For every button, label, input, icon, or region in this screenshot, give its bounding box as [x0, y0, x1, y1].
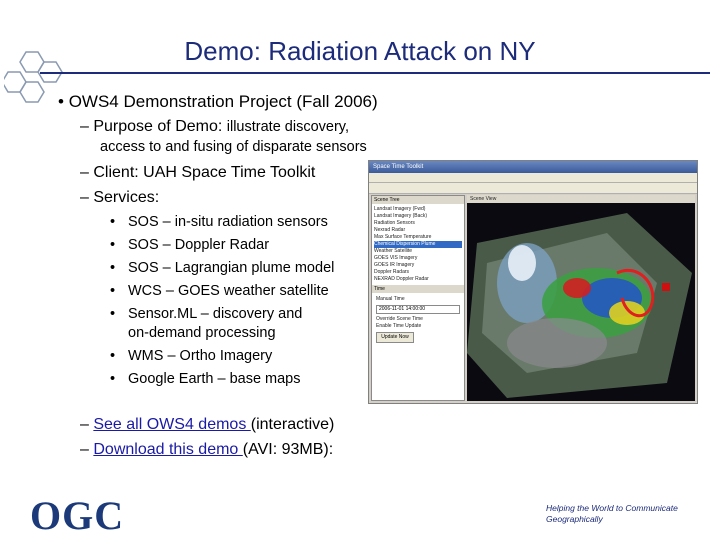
- dash-marker: –: [80, 118, 89, 135]
- client-item: – Client: UAH Space Time Toolkit: [80, 164, 315, 182]
- ogc-logo: OGC: [30, 493, 125, 538]
- tree-item: Radiation Sensors: [374, 220, 415, 226]
- time-tab: Time: [372, 285, 464, 293]
- bullet-marker: •: [110, 306, 116, 322]
- tree-item: Landsat Imagery (Back): [374, 213, 428, 219]
- update-now-button: Update Now: [376, 332, 414, 343]
- bullet-marker: •: [110, 283, 116, 299]
- main-bullet-text: OWS4 Demonstration Project (Fall 2006): [68, 92, 378, 111]
- purpose-text: illustrate discovery,: [226, 119, 349, 135]
- bullet-marker: •: [110, 348, 116, 364]
- service-text: SOS – Doppler Radar: [128, 237, 270, 253]
- enable-update-checkbox: Enable Time Update: [376, 323, 422, 329]
- service-text: SOS – in-situ radiation sensors: [128, 214, 328, 230]
- tree-item: NEXRAD Doppler Radar: [374, 276, 429, 282]
- download-demo-link[interactable]: Download this demo: [93, 441, 242, 458]
- see-all-demos-link[interactable]: See all OWS4 demos: [93, 416, 250, 433]
- tagline: Helping the World to Communicate Geograp…: [546, 503, 678, 524]
- scene-tree: Landsat Imagery (Fwd) Landsat Imagery (B…: [372, 204, 464, 285]
- tree-item-selected: Chemical Dispersion Plume: [374, 241, 462, 248]
- scene-view-tab: Scene View: [467, 195, 695, 203]
- service-text: SOS – Lagrangian plume model: [128, 260, 335, 276]
- services-item: – Services:: [80, 189, 159, 207]
- time-field: 2006-11-01 14:00:00: [376, 305, 460, 314]
- service-item: • SOS – in-situ radiation sensors: [110, 214, 328, 230]
- service-item: • Google Earth – base maps: [110, 371, 301, 387]
- manual-time-label: Manual Time: [376, 296, 405, 302]
- scene-view-panel: Scene View: [467, 195, 695, 401]
- bullet-marker: •: [110, 260, 116, 276]
- link2-suffix: (AVI: 93MB):: [242, 441, 334, 458]
- scene-tree-tab: Scene Tree: [372, 196, 464, 204]
- service-item: • Sensor.ML – discovery and: [110, 306, 302, 322]
- bullet-marker: •: [110, 214, 116, 230]
- service-item: • WCS – GOES weather satellite: [110, 283, 329, 299]
- radar-map-visualization: [467, 203, 695, 401]
- dash-marker: –: [80, 189, 89, 206]
- toolbar: [369, 183, 697, 194]
- title-divider: [40, 72, 710, 74]
- tree-item: Landsat Imagery (Fwd): [374, 206, 426, 212]
- service-text: Google Earth – base maps: [128, 371, 301, 387]
- bullet-marker: •: [110, 371, 116, 387]
- tree-item: Max Surface Temperature: [374, 234, 432, 240]
- dash-marker: –: [80, 416, 89, 433]
- service-text-cont: on-demand processing: [128, 325, 276, 341]
- tree-item: Nexrad Radar: [374, 227, 406, 233]
- menu-bar: [369, 173, 697, 183]
- services-label: Services:: [93, 189, 160, 206]
- bullet-marker: •: [58, 92, 64, 111]
- purpose-text-cont: access to and fusing of disparate sensor…: [100, 139, 367, 155]
- window-titlebar: Space Time Toolkit: [369, 161, 697, 173]
- service-item: • WMS – Ortho Imagery: [110, 348, 272, 364]
- demos-link-item: – See all OWS4 demos (interactive): [80, 416, 334, 434]
- tree-item: Weather Satellite: [374, 248, 412, 254]
- main-bullet: • OWS4 Demonstration Project (Fall 2006): [58, 92, 378, 112]
- override-checkbox: Override Scene Time: [376, 316, 423, 322]
- service-item: • SOS – Doppler Radar: [110, 237, 269, 253]
- purpose-label: Purpose of Demo:: [93, 118, 223, 135]
- slide-title: Demo: Radiation Attack on NY: [184, 36, 536, 66]
- tree-item: GOES VIS Imagery: [374, 255, 418, 261]
- scene-tree-panel: Scene Tree Landsat Imagery (Fwd) Landsat…: [371, 195, 465, 401]
- client-text: Client: UAH Space Time Toolkit: [93, 164, 316, 181]
- tree-item: Doppler Radars: [374, 269, 410, 275]
- service-text: Sensor.ML – discovery and: [128, 306, 303, 322]
- bullet-marker: •: [110, 237, 116, 253]
- service-text: WCS – GOES weather satellite: [128, 283, 329, 299]
- tree-item: GOES IR Imagery: [374, 262, 415, 268]
- service-text: WMS – Ortho Imagery: [128, 348, 273, 364]
- dash-marker: –: [80, 164, 89, 181]
- toolkit-screenshot: Space Time Toolkit Scene Tree Landsat Im…: [368, 160, 698, 404]
- purpose-item: – Purpose of Demo: illustrate discovery,: [80, 118, 349, 136]
- link1-suffix: (interactive): [250, 416, 335, 433]
- dash-marker: –: [80, 441, 89, 458]
- service-item: • SOS – Lagrangian plume model: [110, 260, 334, 276]
- download-link-item: – Download this demo (AVI: 93MB):: [80, 441, 333, 459]
